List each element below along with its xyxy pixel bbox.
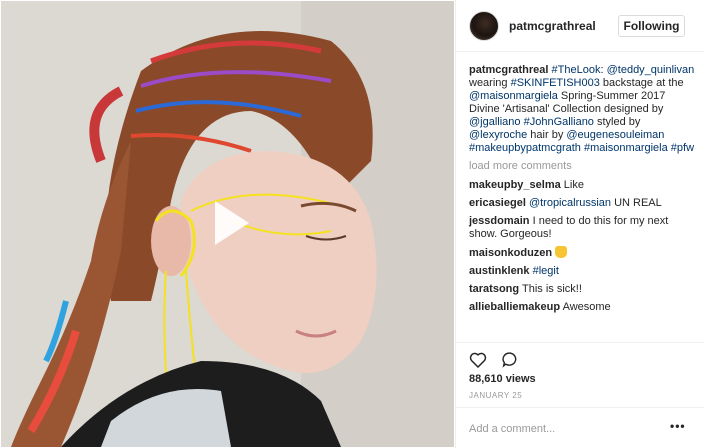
play-icon	[215, 201, 249, 245]
comment-item: allieballiemakeup Awesome	[469, 301, 699, 314]
post-header: patmcgrathreal Following	[456, 0, 704, 52]
mention-link[interactable]: @maisonmargiela	[469, 90, 558, 102]
comment-items: makeupby_selma Like ericasiegel @tropical…	[469, 179, 699, 314]
comment-bubble-icon[interactable]	[501, 351, 519, 368]
mention-link[interactable]: #legit	[533, 265, 559, 277]
add-comment-row: •••	[456, 407, 704, 448]
comment-item: jessdomain I need to do this for my next…	[469, 215, 699, 241]
thumbs-up-icon	[555, 246, 568, 258]
comment-author[interactable]: makeupby_selma	[469, 179, 561, 191]
comment-author[interactable]: austinklenk	[469, 265, 530, 277]
caption-author[interactable]: patmcgrathreal	[469, 64, 548, 76]
more-options-icon[interactable]: •••	[670, 419, 686, 433]
comment-text: hair by	[527, 129, 567, 141]
comment-item: makeupby_selma Like	[469, 179, 699, 192]
mention-link[interactable]: #makeupbypatmcgrath	[469, 142, 581, 154]
mention-link[interactable]: @teddy_quinlivan	[607, 64, 695, 76]
comment-item: ericasiegel @tropicalrussian UN REAL	[469, 197, 699, 210]
comment-item: austinklenk #legit	[469, 265, 699, 278]
comment-author[interactable]: maisonkoduzen	[469, 247, 552, 259]
comment-text: wearing	[469, 77, 511, 89]
mention-link[interactable]: #pfw	[671, 142, 694, 154]
instagram-post: patmcgrathreal Following patmcgrathreal …	[0, 0, 704, 448]
play-button[interactable]	[201, 195, 257, 251]
avatar[interactable]	[469, 11, 499, 41]
comment-text: backstage at the	[599, 77, 684, 89]
comment-text: Like	[563, 179, 584, 191]
mention-link[interactable]: @lexyroche	[469, 129, 527, 141]
comment-author[interactable]: allieballiemakeup	[469, 301, 560, 313]
caption-text: #TheLook: @teddy_quinlivan wearing #SKIN…	[469, 64, 694, 154]
post-video[interactable]	[1, 1, 454, 447]
comment-item: taratsong This is sick!!	[469, 283, 699, 296]
comment-author[interactable]: taratsong	[469, 283, 519, 295]
mention-link[interactable]: #TheLook	[552, 64, 601, 76]
header-username[interactable]: patmcgrathreal	[509, 19, 596, 33]
comment-item: maisonkoduzen	[469, 246, 699, 260]
heart-outline-icon[interactable]	[469, 351, 487, 368]
add-comment-input[interactable]	[469, 421, 659, 437]
mention-link[interactable]: #JohnGalliano	[524, 116, 594, 128]
mention-link[interactable]: #maisonmargiela	[584, 142, 668, 154]
mention-link[interactable]: @eugenesouleiman	[566, 129, 664, 141]
caption: patmcgrathreal #TheLook: @teddy_quinliva…	[469, 64, 699, 155]
comment-text: styled by	[593, 116, 641, 128]
comment-author[interactable]: jessdomain	[469, 215, 530, 227]
comment-author[interactable]: ericasiegel	[469, 197, 526, 209]
post-date[interactable]: JANUARY 25	[469, 391, 522, 400]
post-sidebar: patmcgrathreal Following patmcgrathreal …	[455, 0, 704, 448]
mention-link[interactable]: #SKINFETISH003	[511, 77, 600, 89]
load-more-comments-link[interactable]: load more comments	[469, 160, 699, 173]
comment-text: Awesome	[562, 301, 611, 313]
view-count[interactable]: 88,610 views	[469, 373, 536, 385]
comments-list: patmcgrathreal #TheLook: @teddy_quinliva…	[469, 64, 699, 319]
following-button[interactable]: Following	[618, 15, 685, 37]
action-bar	[456, 342, 704, 372]
comment-text: UN REAL	[611, 197, 662, 209]
mention-link[interactable]: @tropicalrussian	[529, 197, 611, 209]
comment-text: This is sick!!	[521, 283, 582, 295]
mention-link[interactable]: @jgalliano	[469, 116, 521, 128]
